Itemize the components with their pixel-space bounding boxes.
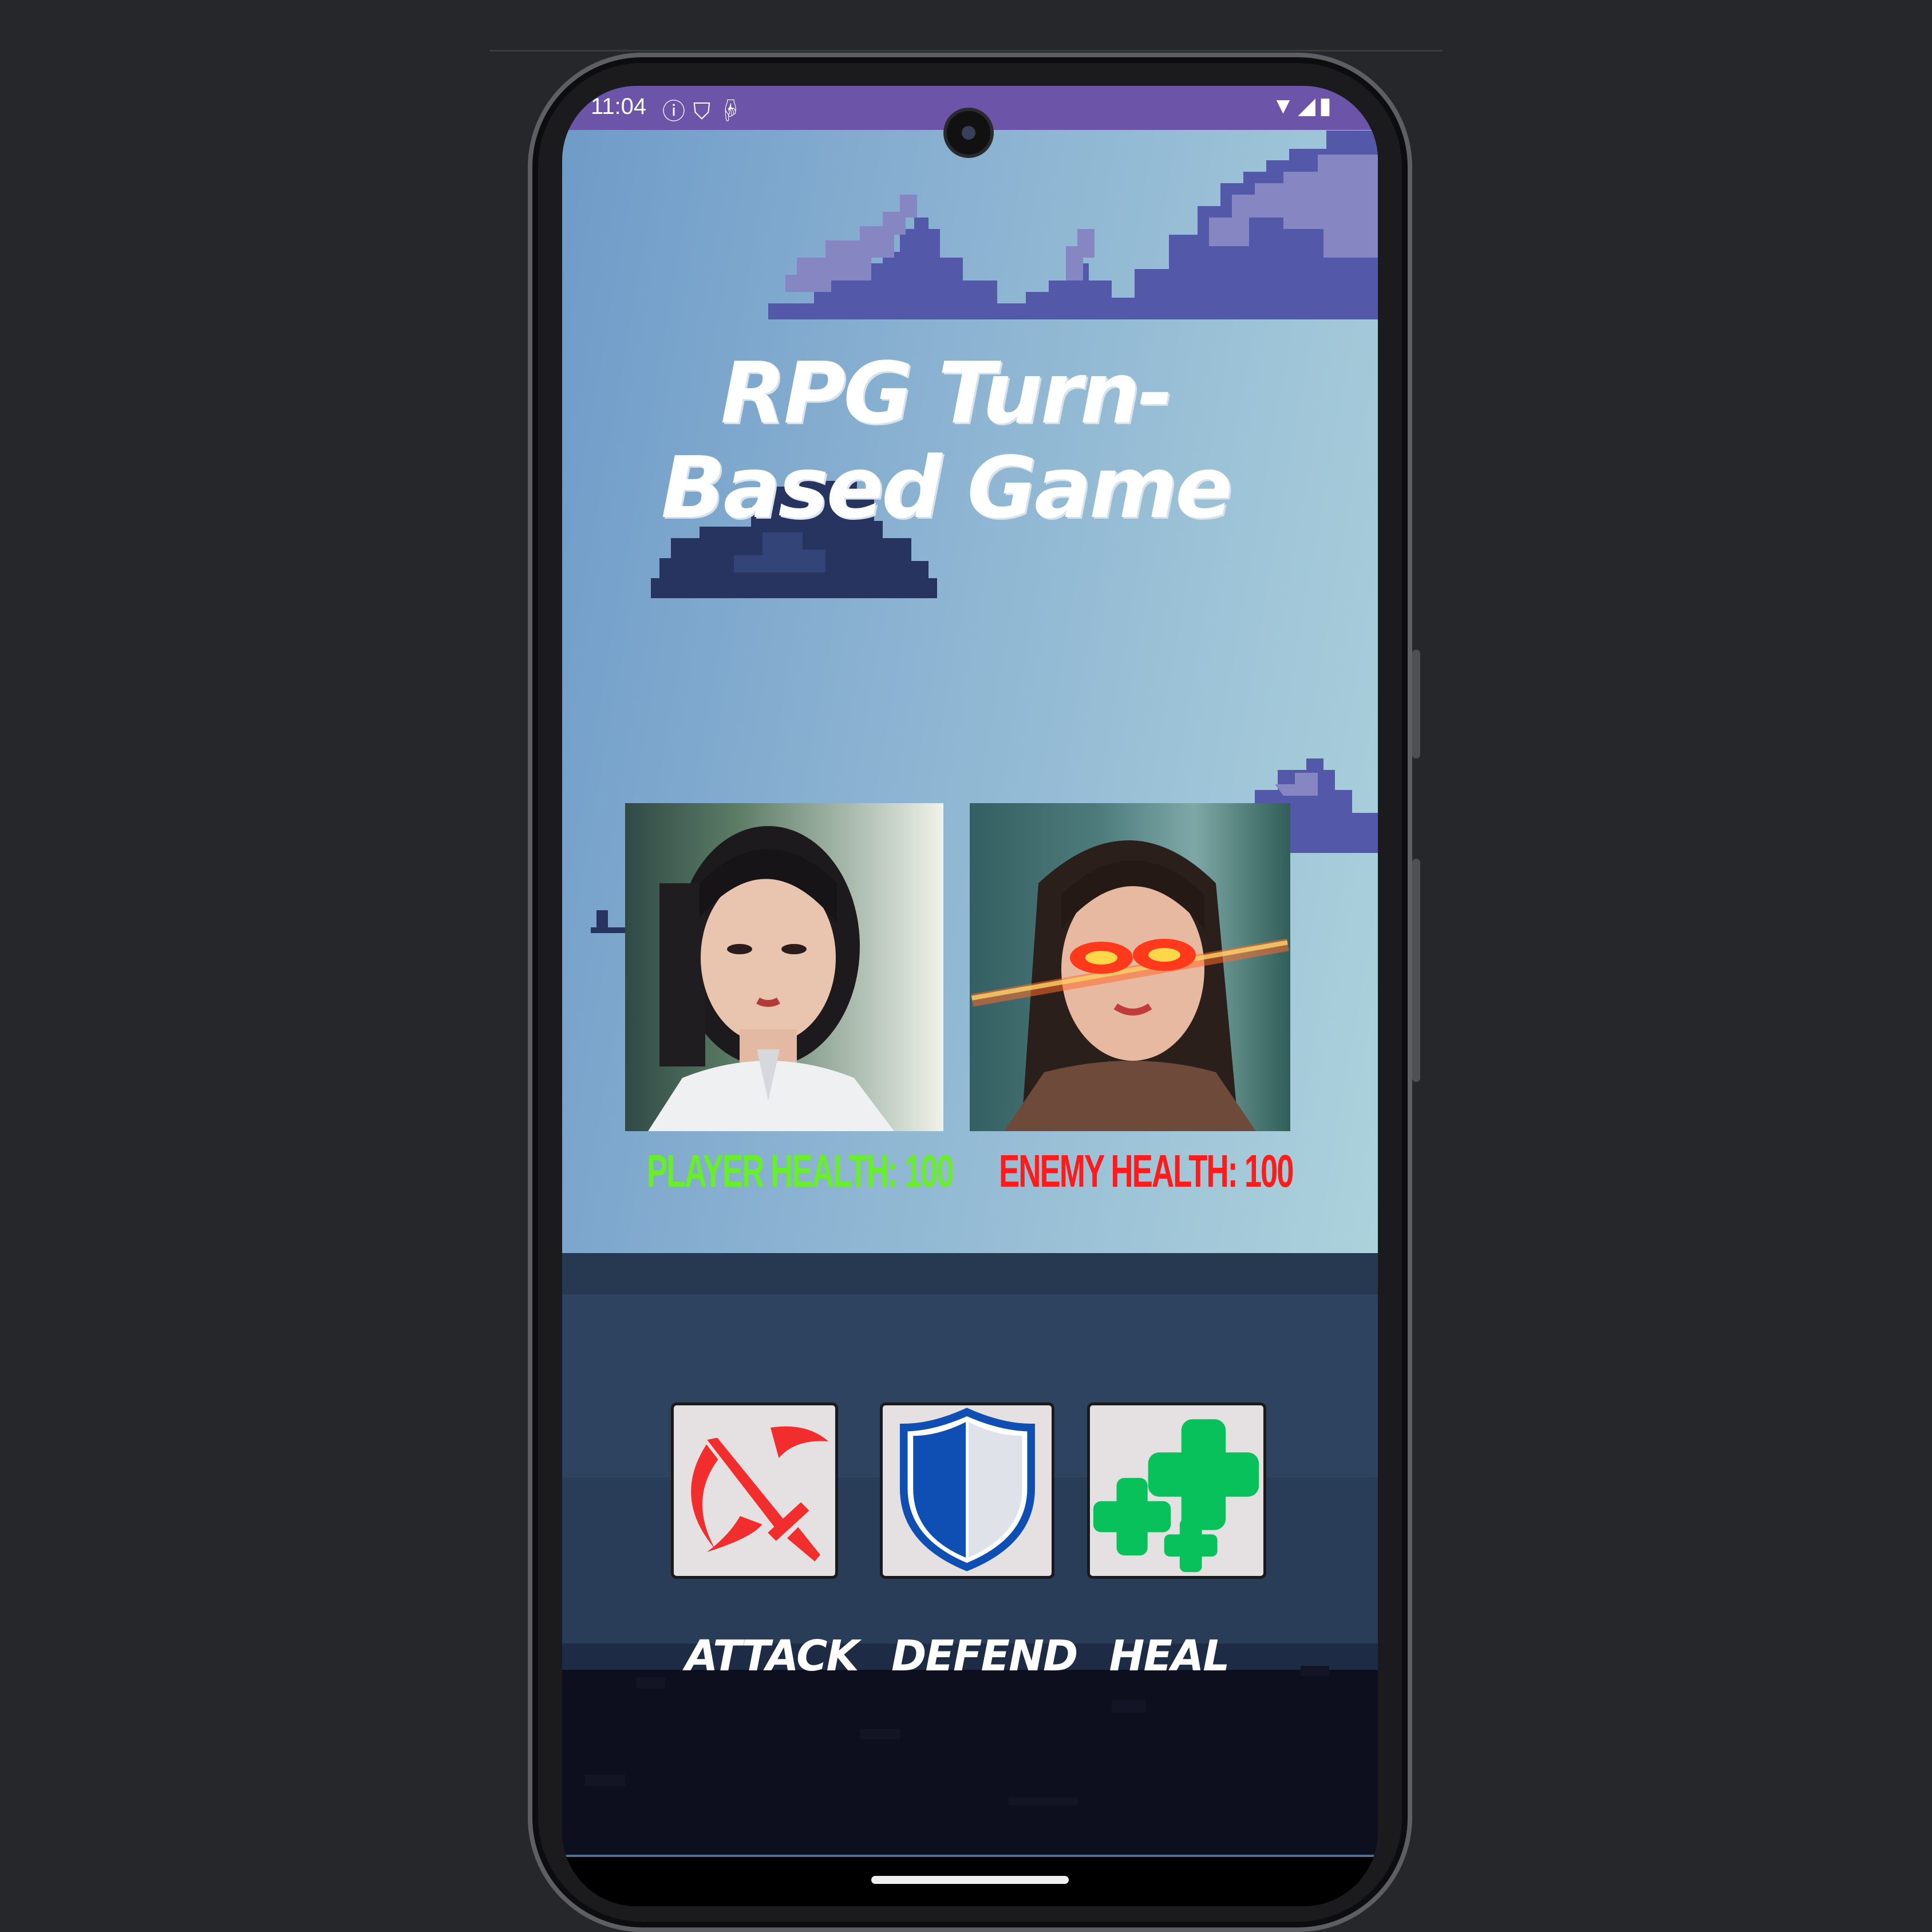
player-health-text: PLAYER HEALTH: 100 bbox=[647, 1145, 954, 1196]
shield-icon bbox=[899, 1408, 1035, 1571]
game-title: RPG Turn-Based Game bbox=[661, 344, 1233, 537]
info-icon: ⓘ bbox=[662, 99, 693, 124]
battery-icon: ▮ bbox=[1318, 93, 1335, 118]
phone-power-button bbox=[1412, 650, 1420, 758]
signal-icon: ◢ bbox=[1298, 93, 1319, 118]
status-left-icons: ⓘ⛉☟ bbox=[662, 93, 749, 126]
player-portrait bbox=[625, 803, 943, 1131]
attack-button[interactable] bbox=[671, 1402, 838, 1579]
health-crosses-icon bbox=[1093, 1419, 1259, 1573]
status-time: 11:04 bbox=[591, 94, 647, 119]
status-right-icons: ▼◢▮ bbox=[1272, 93, 1335, 119]
defend-button[interactable] bbox=[880, 1402, 1054, 1579]
defend-label: DEFEND bbox=[891, 1631, 1078, 1681]
front-camera bbox=[943, 108, 994, 158]
accessibility-icon: ☟ bbox=[718, 99, 749, 124]
enemy-portrait bbox=[970, 803, 1290, 1131]
heal-label: HEAL bbox=[1109, 1631, 1230, 1681]
heal-button[interactable] bbox=[1087, 1402, 1266, 1579]
top-divider bbox=[489, 50, 1443, 52]
attack-label: ATTACK bbox=[685, 1631, 859, 1681]
enemy-health-text: ENEMY HEALTH: 100 bbox=[999, 1145, 1294, 1196]
shield-icon: ⛉ bbox=[693, 99, 718, 124]
phone-volume-button bbox=[1412, 859, 1420, 1082]
home-gesture-handle[interactable] bbox=[871, 1876, 1069, 1884]
sword-crescent-icon bbox=[691, 1426, 829, 1562]
device-screen: 11:04 ⓘ⛉☟ ▼◢▮ RPG Turn-Based Game PLAYER… bbox=[562, 86, 1378, 1906]
wifi-icon: ▼ bbox=[1271, 93, 1298, 118]
